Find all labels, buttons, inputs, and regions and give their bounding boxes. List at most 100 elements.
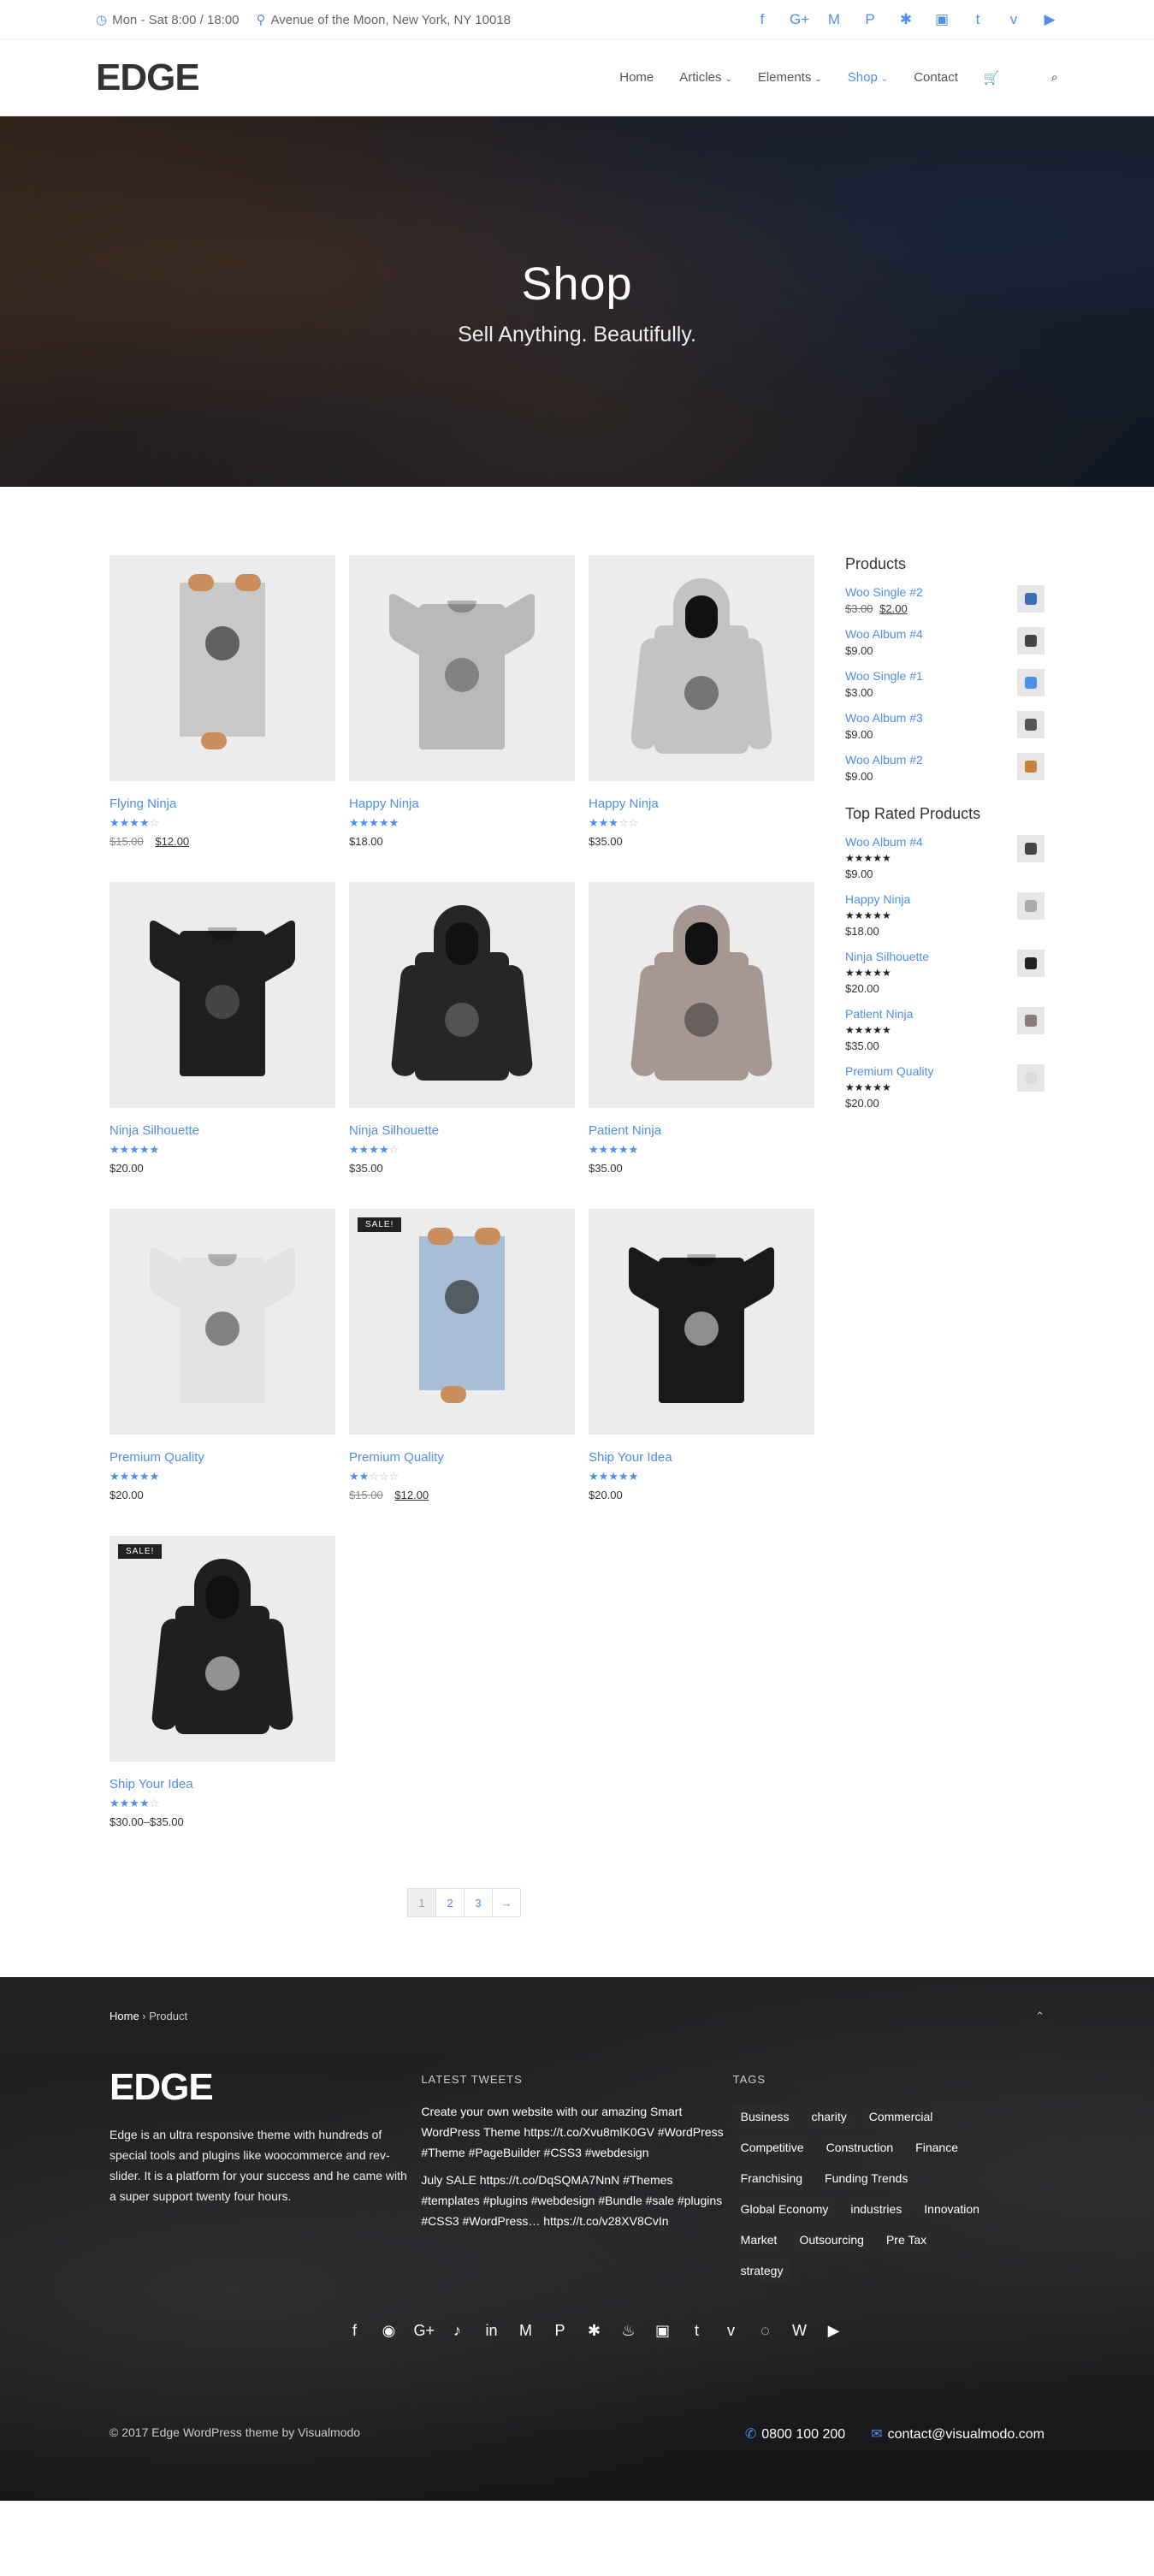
tweet-item[interactable]: Create your own website with our amazing… (421, 2101, 729, 2163)
yelp-icon[interactable]: ✱ (897, 11, 914, 28)
scroll-top-icon[interactable]: ⌃ (1035, 2010, 1045, 2023)
product-name[interactable]: Ship Your Idea (589, 1450, 814, 1465)
steam-icon[interactable]: ♨ (619, 2322, 638, 2340)
product-card[interactable]: Happy Ninja ★★★★★ $18.00 (349, 555, 575, 848)
product-card[interactable]: SALE! Premium Quality ★★☆☆☆ $15.00 $12.0… (349, 1209, 575, 1501)
top-rated-item[interactable]: Premium Quality ★★★★★ $20.00 (845, 1064, 1045, 1110)
product-image[interactable] (349, 882, 575, 1108)
tag-link[interactable]: Pre Tax (878, 2228, 935, 2252)
product-image[interactable] (109, 882, 335, 1108)
twitter-icon[interactable]: t (688, 2322, 707, 2340)
top-rated-thumb[interactable] (1017, 892, 1045, 920)
sidebar-product-item[interactable]: Woo Single #1 $3.00 (845, 669, 1045, 699)
product-image[interactable] (589, 882, 814, 1108)
tag-link[interactable]: industries (843, 2197, 910, 2221)
paypal-icon[interactable]: P (861, 11, 879, 28)
top-rated-thumb[interactable] (1017, 835, 1045, 862)
email-link[interactable]: ✉ contact@visualmodo.com (871, 2425, 1045, 2443)
page-3-link[interactable]: 3 (464, 1888, 493, 1917)
wordpress-icon[interactable]: W (790, 2322, 809, 2340)
product-image[interactable]: SALE! (109, 1536, 335, 1762)
sidebar-product-name[interactable]: Woo Single #1 (845, 669, 923, 683)
sidebar-product-item[interactable]: Woo Album #3 $9.00 (845, 711, 1045, 741)
tag-link[interactable]: Competitive (732, 2135, 812, 2159)
product-name[interactable]: Flying Ninja (109, 796, 335, 811)
tag-link[interactable]: strategy (732, 2259, 791, 2283)
tag-link[interactable]: Business (732, 2105, 797, 2129)
cart-icon[interactable]: 🛒 (984, 70, 1000, 86)
sidebar-product-thumb[interactable] (1017, 753, 1045, 780)
yelp-icon[interactable]: ✱ (585, 2322, 604, 2340)
product-name[interactable]: Premium Quality (349, 1450, 575, 1465)
youtube-icon[interactable]: ▶ (1041, 11, 1058, 28)
paypal-icon[interactable]: P (551, 2322, 570, 2340)
sidebar-product-thumb[interactable] (1017, 585, 1045, 613)
twitch-icon[interactable]: ▣ (654, 2322, 672, 2340)
next-page-arrow-icon[interactable]: → (492, 1888, 521, 1917)
top-rated-thumb[interactable] (1017, 950, 1045, 977)
search-icon[interactable]: ⌕ (1051, 70, 1058, 85)
sidebar-product-name[interactable]: Woo Single #2 (845, 585, 923, 599)
nav-elements[interactable]: Elements ⌄ (758, 70, 822, 85)
tag-link[interactable]: Outsourcing (791, 2228, 872, 2252)
product-name[interactable]: Happy Ninja (589, 796, 814, 811)
product-name[interactable]: Ninja Silhouette (349, 1123, 575, 1138)
top-rated-item[interactable]: Happy Ninja ★★★★★ $18.00 (845, 892, 1045, 938)
product-image[interactable] (109, 1209, 335, 1435)
tag-link[interactable]: charity (803, 2105, 855, 2129)
tag-link[interactable]: Funding Trends (817, 2166, 916, 2190)
tag-link[interactable]: Innovation (916, 2197, 987, 2221)
nav-contact[interactable]: Contact (914, 70, 958, 85)
tag-link[interactable]: Construction (818, 2135, 902, 2159)
top-rated-thumb[interactable] (1017, 1064, 1045, 1092)
nav-articles[interactable]: Articles ⌄ (679, 70, 732, 85)
twitter-icon[interactable]: t (969, 11, 986, 28)
top-rated-name[interactable]: Patient Ninja (845, 1007, 913, 1021)
product-card[interactable]: Ninja Silhouette ★★★★★ $20.00 (109, 882, 335, 1175)
product-image[interactable] (589, 1209, 814, 1435)
medium-icon[interactable]: M (517, 2322, 536, 2340)
apple-icon[interactable] (311, 2322, 330, 2340)
facebook-icon[interactable]: f (346, 2322, 364, 2340)
tag-link[interactable]: Market (732, 2228, 785, 2252)
product-card[interactable]: Flying Ninja ★★★★☆ $15.00 $12.00 (109, 555, 335, 848)
product-image[interactable] (589, 555, 814, 781)
top-rated-name[interactable]: Woo Album #4 (845, 835, 923, 849)
page-2-link[interactable]: 2 (435, 1888, 465, 1917)
sidebar-product-name[interactable]: Woo Album #4 (845, 627, 923, 641)
sidebar-product-name[interactable]: Woo Album #2 (845, 753, 923, 767)
product-card[interactable]: Premium Quality ★★★★★ $20.00 (109, 1209, 335, 1501)
sidebar-product-item[interactable]: Woo Album #4 $9.00 (845, 627, 1045, 657)
vimeo-icon[interactable]: v (1005, 11, 1022, 28)
top-rated-thumb[interactable] (1017, 1007, 1045, 1034)
nav-home[interactable]: Home (619, 70, 654, 85)
tag-link[interactable]: Franchising (732, 2166, 811, 2190)
product-card[interactable]: Ship Your Idea ★★★★★ $20.00 (589, 1209, 814, 1501)
top-rated-item[interactable]: Ninja Silhouette ★★★★★ $20.00 (845, 950, 1045, 995)
facebook-icon[interactable]: f (754, 11, 771, 28)
product-name[interactable]: Ninja Silhouette (109, 1123, 335, 1138)
page-1-link[interactable]: 1 (407, 1888, 436, 1917)
sidebar-product-item[interactable]: Woo Album #2 $9.00 (845, 753, 1045, 783)
breadcrumb-home[interactable]: Home (109, 2010, 139, 2022)
sidebar-product-name[interactable]: Woo Album #3 (845, 711, 923, 725)
google-plus-icon[interactable]: G+ (790, 11, 809, 28)
medium-icon[interactable]: M (826, 11, 843, 28)
product-name[interactable]: Happy Ninja (349, 796, 575, 811)
tag-link[interactable]: Finance (908, 2135, 966, 2159)
product-image[interactable]: SALE! (349, 1209, 575, 1435)
tag-link[interactable]: Global Economy (732, 2197, 837, 2221)
tweet-item[interactable]: July SALE https://t.co/DqSQMA7NnN #Theme… (421, 2170, 729, 2231)
product-card[interactable]: SALE! Ship Your Idea ★★★★☆ $30.00–$35.00 (109, 1536, 335, 1828)
product-card[interactable]: Patient Ninja ★★★★★ $35.00 (589, 882, 814, 1175)
top-rated-name[interactable]: Premium Quality (845, 1064, 933, 1078)
product-image[interactable] (109, 555, 335, 781)
product-card[interactable]: Ninja Silhouette ★★★★☆ $35.00 (349, 882, 575, 1175)
instapaper-icon[interactable]: ♪ (448, 2322, 467, 2340)
whatsapp-icon[interactable]: ◌ (756, 2322, 775, 2340)
product-name[interactable]: Patient Ninja (589, 1123, 814, 1138)
google-plus-icon[interactable]: G+ (414, 2322, 435, 2340)
sidebar-product-thumb[interactable] (1017, 711, 1045, 738)
tag-link[interactable]: Commercial (861, 2105, 941, 2129)
site-logo[interactable]: EDGE (96, 56, 200, 99)
